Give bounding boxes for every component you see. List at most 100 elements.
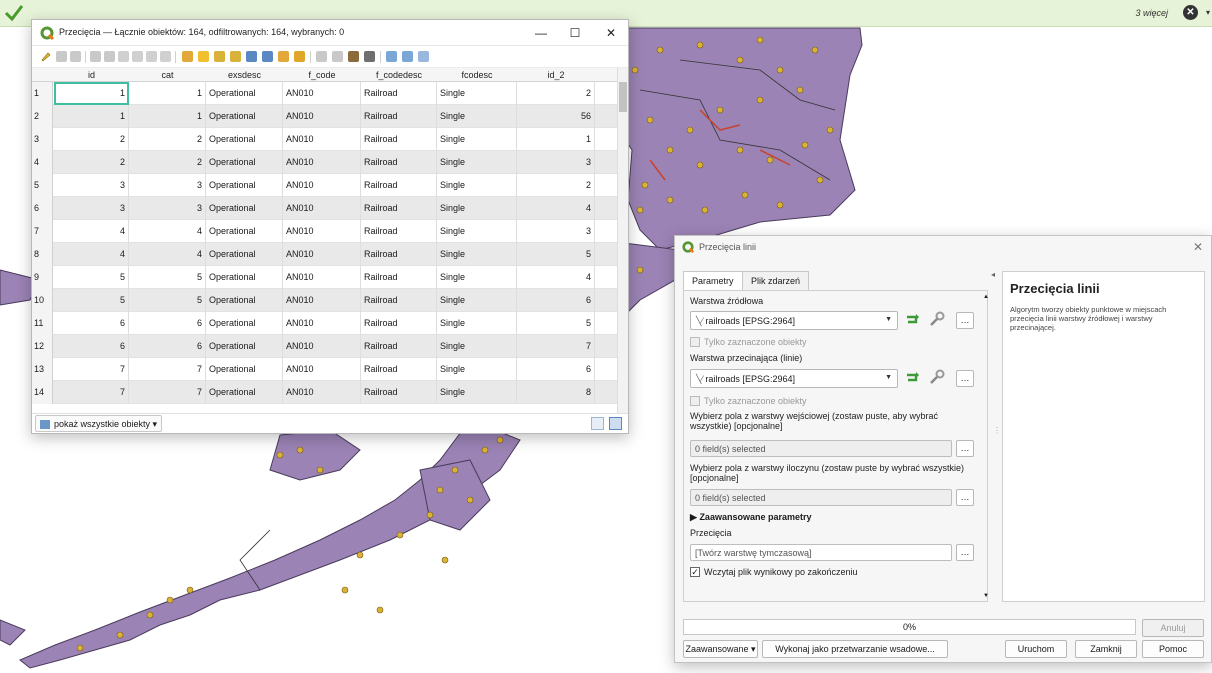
table-cell[interactable]: 5	[517, 312, 595, 335]
intersect-layer-browse-button[interactable]: …	[956, 370, 974, 387]
invert-selection-icon[interactable]	[214, 51, 225, 62]
panel-scrollbar[interactable]: ▲ ▼	[983, 292, 989, 601]
table-cell[interactable]: 6	[517, 289, 595, 312]
input-fields-selector[interactable]: 0 field(s) selected	[690, 440, 952, 457]
iterate-icon[interactable]	[904, 371, 920, 385]
table-cell[interactable]: Railroad	[361, 105, 437, 128]
table-cell[interactable]: Railroad	[361, 174, 437, 197]
maximize-button[interactable]: ☐	[562, 23, 588, 43]
delete-feature-icon[interactable]	[118, 51, 129, 62]
row-number[interactable]: 3	[32, 128, 53, 151]
multi-edit-icon[interactable]	[56, 51, 67, 62]
table-row[interactable]: 12 6 6 Operational AN010 Railroad Single 7	[32, 335, 617, 358]
column-header[interactable]: cat	[129, 70, 206, 80]
reload-icon[interactable]	[90, 51, 101, 62]
open-output-checkbox[interactable]: ✓ Wczytaj plik wynikowy po zakończeniu	[690, 567, 858, 577]
table-row[interactable]: 13 7 7 Operational AN010 Railroad Single 6	[32, 358, 617, 381]
pan-to-selected-icon[interactable]	[278, 51, 289, 62]
table-row[interactable]: 2 1 1 Operational AN010 Railroad Single 56	[32, 105, 617, 128]
table-cell[interactable]: 1	[129, 82, 206, 105]
table-cell[interactable]: Railroad	[361, 358, 437, 381]
close-button[interactable]: Zamknij	[1075, 640, 1137, 658]
advanced-parameters-toggle[interactable]: ▶ Zaawansowane parametry	[690, 512, 812, 523]
organize-columns-icon[interactable]	[418, 51, 429, 62]
minimize-button[interactable]: —	[528, 23, 554, 43]
table-cell[interactable]: AN010	[283, 82, 361, 105]
table-cell[interactable]: Railroad	[361, 266, 437, 289]
table-cell[interactable]: Railroad	[361, 289, 437, 312]
table-cell[interactable]: Railroad	[361, 128, 437, 151]
intersect-layer-combo[interactable]: ╲⁄ railroads [EPSG:2964] ▼	[690, 369, 898, 388]
table-cell[interactable]: Single	[437, 128, 517, 151]
table-cell[interactable]: Single	[437, 358, 517, 381]
table-cell[interactable]: Single	[437, 335, 517, 358]
table-cell[interactable]: Single	[437, 243, 517, 266]
close-dialog-button[interactable]: ✕	[1193, 240, 1203, 254]
table-cell[interactable]: 4	[54, 243, 129, 266]
table-cell[interactable]: Single	[437, 266, 517, 289]
filter-icon[interactable]	[246, 51, 257, 62]
table-cell[interactable]: AN010	[283, 105, 361, 128]
table-cell[interactable]: Railroad	[361, 243, 437, 266]
vertical-scrollbar[interactable]	[617, 68, 628, 413]
row-number[interactable]: 13	[32, 358, 53, 381]
selected-only-checkbox-1[interactable]: Tylko zaznaczone obiekty	[690, 337, 807, 347]
table-cell[interactable]: Railroad	[361, 381, 437, 404]
delete-field-icon[interactable]	[332, 51, 343, 62]
more-messages-link[interactable]: 3 więcej	[1135, 8, 1168, 18]
tab-log[interactable]: Plik zdarzeń	[742, 271, 810, 290]
table-row[interactable]: 6 3 3 Operational AN010 Railroad Single 4	[32, 197, 617, 220]
table-cell[interactable]: Single	[437, 289, 517, 312]
table-cell[interactable]: AN010	[283, 381, 361, 404]
table-cell[interactable]: 4	[517, 266, 595, 289]
table-cell[interactable]: Operational	[206, 358, 283, 381]
table-cell[interactable]: Railroad	[361, 312, 437, 335]
tab-parameters[interactable]: Parametry	[683, 271, 743, 291]
table-cell[interactable]: 2	[54, 128, 129, 151]
table-cell[interactable]: AN010	[283, 151, 361, 174]
table-cell[interactable]: 5	[517, 243, 595, 266]
save-edits-icon[interactable]	[70, 51, 81, 62]
table-cell[interactable]: 6	[54, 312, 129, 335]
source-layer-combo[interactable]: ╲⁄ railroads [EPSG:2964] ▼	[690, 311, 898, 330]
row-number[interactable]: 8	[32, 243, 53, 266]
table-cell[interactable]: Operational	[206, 220, 283, 243]
row-number[interactable]: 5	[32, 174, 53, 197]
table-cell[interactable]: Operational	[206, 174, 283, 197]
row-number[interactable]: 7	[32, 220, 53, 243]
form-view-icon[interactable]	[591, 417, 604, 430]
zoom-to-selected-icon[interactable]	[294, 51, 305, 62]
conditional-format-icon[interactable]	[364, 51, 375, 62]
table-cell[interactable]: AN010	[283, 174, 361, 197]
table-cell[interactable]: 56	[517, 105, 595, 128]
table-cell[interactable]: 1	[129, 105, 206, 128]
deselect-icon[interactable]	[230, 51, 241, 62]
table-cell[interactable]: Single	[437, 220, 517, 243]
table-cell[interactable]: Single	[437, 151, 517, 174]
selected-only-checkbox-2[interactable]: Tylko zaznaczone obiekty	[690, 396, 807, 406]
field-calculator-icon[interactable]	[348, 51, 359, 62]
table-cell[interactable]: 4	[54, 220, 129, 243]
table-cell[interactable]: Operational	[206, 243, 283, 266]
table-cell[interactable]: AN010	[283, 266, 361, 289]
row-number[interactable]: 12	[32, 335, 53, 358]
wrench-icon[interactable]	[928, 310, 946, 328]
table-cell[interactable]: 2	[517, 82, 595, 105]
table-cell[interactable]: Operational	[206, 128, 283, 151]
move-selection-icon[interactable]	[262, 51, 273, 62]
table-cell[interactable]: 8	[517, 381, 595, 404]
table-cell[interactable]: Railroad	[361, 82, 437, 105]
table-cell[interactable]: 3	[129, 197, 206, 220]
help-button[interactable]: Pomoc	[1142, 640, 1204, 658]
table-row[interactable]: 4 2 2 Operational AN010 Railroad Single 3	[32, 151, 617, 174]
table-cell[interactable]: AN010	[283, 128, 361, 151]
table-cell[interactable]: Operational	[206, 289, 283, 312]
table-cell[interactable]: 5	[129, 289, 206, 312]
table-cell[interactable]: 3	[517, 151, 595, 174]
chevron-down-icon[interactable]: ▾	[1206, 8, 1210, 17]
cancel-button[interactable]: Anuluj	[1142, 619, 1204, 637]
table-row[interactable]: 9 5 5 Operational AN010 Railroad Single 4	[32, 266, 617, 289]
actions-icon[interactable]	[402, 51, 413, 62]
column-header[interactable]: f_code	[283, 70, 361, 80]
table-row[interactable]: 7 4 4 Operational AN010 Railroad Single 3	[32, 220, 617, 243]
